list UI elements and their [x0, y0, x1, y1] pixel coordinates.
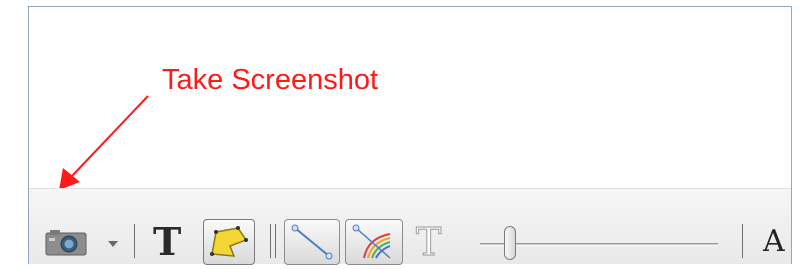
gradient-line-tool-button[interactable]	[345, 219, 403, 265]
take-screenshot-annotation: Take Screenshot	[162, 64, 379, 96]
line-tool-button[interactable]	[284, 219, 340, 265]
yellow-shape-icon	[210, 226, 248, 257]
camera-icon	[45, 230, 87, 256]
toolbar-separator	[134, 224, 135, 258]
screenshot-dropdown-button[interactable]	[106, 236, 120, 247]
text-outline-tool[interactable]: T	[415, 221, 442, 262]
shape-tool-button[interactable]	[203, 219, 255, 265]
dropdown-arrow-icon	[108, 241, 118, 247]
text-bold-tool[interactable]: T	[153, 222, 181, 262]
font-tool[interactable]: A	[763, 226, 785, 258]
toolbar-separator	[270, 224, 271, 258]
screenshot-button[interactable]	[44, 229, 92, 257]
line-icon	[291, 224, 333, 260]
toolbar-separator	[742, 224, 743, 258]
slider-thumb[interactable]	[504, 226, 516, 260]
rainbow-line-icon	[352, 224, 391, 259]
size-slider[interactable]	[478, 224, 723, 260]
toolbar-separator	[275, 224, 276, 258]
